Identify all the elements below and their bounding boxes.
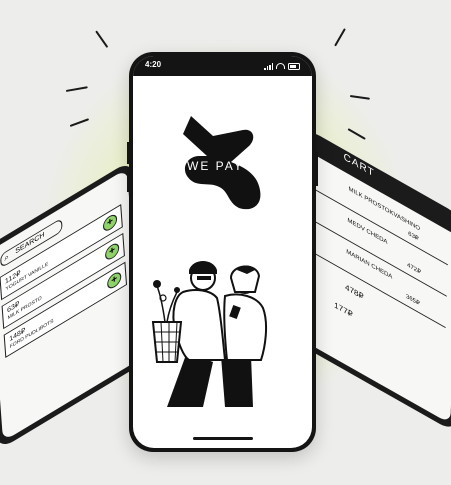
signal-icon bbox=[264, 62, 273, 70]
divider bbox=[313, 252, 446, 329]
left-phone-mockup: ⌕ SEARCH 112₽ YOGURT VANILLE + 63₽ MILK … bbox=[0, 159, 148, 451]
decor-ray bbox=[65, 86, 88, 92]
cart-item-price: 177₽ bbox=[334, 300, 353, 320]
add-to-cart-button[interactable]: + bbox=[106, 269, 122, 292]
status-bar: 4:20 bbox=[133, 56, 312, 76]
status-time: 4:20 bbox=[145, 60, 162, 69]
left-phone-screen: ⌕ SEARCH 112₽ YOGURT VANILLE + 63₽ MILK … bbox=[0, 168, 141, 442]
volume-button bbox=[127, 170, 129, 192]
cart-item-price: 63₽ bbox=[408, 230, 419, 243]
divider bbox=[315, 189, 448, 266]
home-indicator bbox=[193, 437, 253, 440]
search-icon: ⌕ bbox=[4, 251, 10, 264]
main-phone-mockup: 4:20 WE PAY bbox=[127, 52, 318, 452]
decor-ray bbox=[334, 28, 346, 47]
people-shopping-illustration bbox=[151, 261, 268, 407]
main-phone-screen: 4:20 WE PAY bbox=[133, 56, 312, 448]
volume-button bbox=[127, 142, 129, 164]
cart-item-price: 478₽ bbox=[344, 282, 364, 302]
cart-item-name: MEDV CHEDA bbox=[347, 217, 388, 247]
add-to-cart-button[interactable]: + bbox=[104, 240, 120, 263]
decor-ray bbox=[95, 30, 109, 48]
logo-text: WE PAY bbox=[187, 159, 244, 173]
power-button bbox=[316, 152, 318, 186]
status-icons bbox=[264, 62, 300, 70]
add-to-cart-button[interactable]: + bbox=[102, 211, 118, 234]
battery-icon bbox=[288, 62, 300, 70]
divider bbox=[314, 221, 447, 297]
wifi-icon bbox=[276, 63, 285, 69]
